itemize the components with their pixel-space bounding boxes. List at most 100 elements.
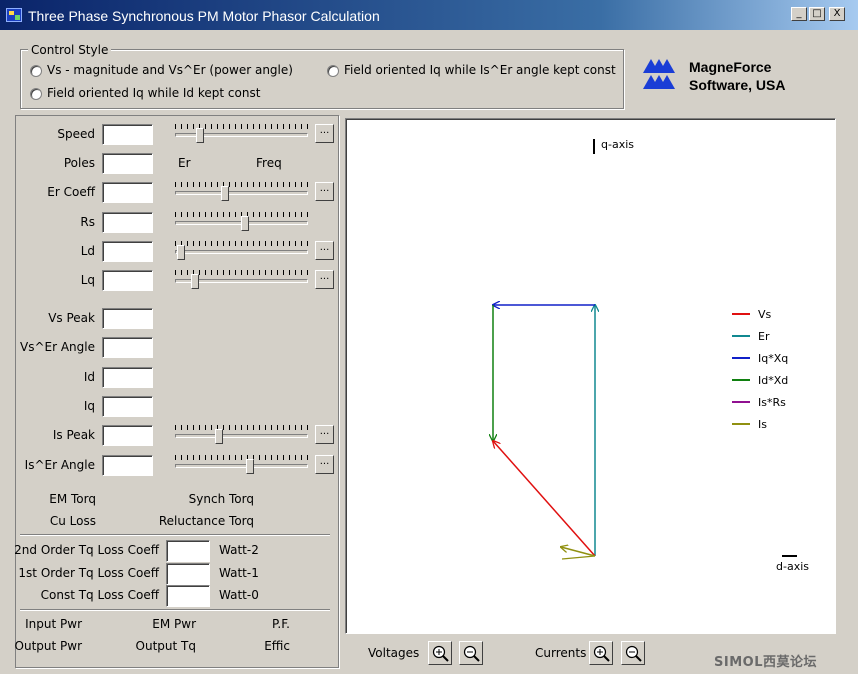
const-loss-field[interactable] xyxy=(166,585,210,607)
control-style-group xyxy=(20,49,624,109)
id-field xyxy=(102,367,153,388)
er-coeff-field[interactable] xyxy=(102,182,153,203)
maximize-button[interactable]: □ xyxy=(809,7,825,21)
cu-loss-label: Cu Loss xyxy=(49,514,96,528)
legend-label: Iq*Xq xyxy=(758,352,788,365)
is-peak-slider-thumb[interactable] xyxy=(215,429,223,444)
phasor-plot: q-axis d-axis Vs Er Iq*Xq Id*Xd Is*Rs Is xyxy=(345,118,836,634)
is-peak-field[interactable] xyxy=(102,425,153,446)
output-pwr-label: Output Pwr xyxy=(14,639,82,653)
separator xyxy=(20,609,330,611)
rs-field[interactable] xyxy=(102,212,153,233)
speed-more-button[interactable]: ... xyxy=(315,124,334,143)
vs-peak-field xyxy=(102,308,153,329)
er-coeff-more-button[interactable]: ... xyxy=(315,182,334,201)
lq-label: Lq xyxy=(80,273,95,287)
zoom-in-icon xyxy=(432,645,449,662)
q-axis-label: q-axis xyxy=(601,138,634,151)
first-order-loss-unit: Watt-1 xyxy=(219,566,259,580)
input-pwr-label: Input Pwr xyxy=(25,617,82,631)
radio-field-oriented-id[interactable] xyxy=(30,88,42,100)
title-bar: Three Phase Synchronous PM Motor Phasor … xyxy=(0,0,858,30)
radio-vs-power-angle-label: Vs - magnitude and Vs^Er (power angle) xyxy=(47,63,293,77)
first-order-loss-field[interactable] xyxy=(166,563,210,585)
ld-more-button[interactable]: ... xyxy=(315,241,334,260)
vs-er-angle-field xyxy=(102,337,153,358)
lq-more-button[interactable]: ... xyxy=(315,270,334,289)
er-label: Er xyxy=(178,156,191,170)
minimize-button[interactable]: _ xyxy=(791,7,807,21)
ld-slider-thumb[interactable] xyxy=(177,245,185,260)
close-button[interactable]: X xyxy=(829,7,845,21)
control-style-label: Control Style xyxy=(28,43,112,57)
legend-label: Er xyxy=(758,330,770,343)
brand-location: Software, USA xyxy=(689,77,786,93)
rs-slider[interactable] xyxy=(175,212,308,232)
output-tq-label: Output Tq xyxy=(135,639,196,653)
const-loss-label: Const Tq Loss Coeff xyxy=(40,588,159,602)
radio-vs-power-angle[interactable] xyxy=(30,65,42,77)
is-er-angle-slider[interactable] xyxy=(175,455,308,475)
lq-slider[interactable] xyxy=(175,270,308,290)
is-er-angle-label: Is^Er Angle xyxy=(24,458,95,472)
speed-slider[interactable] xyxy=(175,124,308,144)
legend-label: Is*Rs xyxy=(758,396,786,409)
vs-peak-label: Vs Peak xyxy=(48,311,95,325)
iq-label: Iq xyxy=(83,399,95,413)
er-coeff-slider-thumb[interactable] xyxy=(221,186,229,201)
synch-torq-label: Synch Torq xyxy=(188,492,254,506)
currents-zoom-out-button[interactable] xyxy=(621,641,645,665)
em-pwr-label: EM Pwr xyxy=(152,617,196,631)
radio-field-oriented-angle[interactable] xyxy=(327,65,339,77)
voltages-zoom-in-button[interactable] xyxy=(428,641,452,665)
radio-field-oriented-angle-label: Field oriented Iq while Is^Er angle kept… xyxy=(344,63,616,77)
poles-field[interactable] xyxy=(102,153,153,174)
phasor-diagram: q-axis d-axis Vs Er Iq*Xq Id*Xd Is*Rs Is xyxy=(346,138,809,573)
er-coeff-slider[interactable] xyxy=(175,182,308,202)
is-rs-phasor xyxy=(561,555,596,560)
voltages-zoom-out-button[interactable] xyxy=(459,641,483,665)
freq-label: Freq xyxy=(256,156,282,170)
vs-phasor xyxy=(493,441,596,557)
is-peak-slider[interactable] xyxy=(175,425,308,445)
rs-slider-thumb[interactable] xyxy=(241,216,249,231)
legend-label: Id*Xd xyxy=(758,374,788,387)
em-torq-label: EM Torq xyxy=(49,492,96,506)
speed-slider-thumb[interactable] xyxy=(196,128,204,143)
is-peak-more-button[interactable]: ... xyxy=(315,425,334,444)
reluctance-torq-label: Reluctance Torq xyxy=(158,514,254,528)
second-order-loss-label: 2nd Order Tq Loss Coeff xyxy=(14,543,159,557)
radio-field-oriented-id-label: Field oriented Iq while Id kept const xyxy=(47,86,261,100)
is-er-angle-more-button[interactable]: ... xyxy=(315,455,334,474)
er-coeff-label: Er Coeff xyxy=(47,185,95,199)
poles-label: Poles xyxy=(63,156,95,170)
lq-slider-thumb[interactable] xyxy=(191,274,199,289)
is-er-angle-field[interactable] xyxy=(102,455,153,476)
first-order-loss-label: 1st Order Tq Loss Coeff xyxy=(18,566,159,580)
vs-er-angle-label: Vs^Er Angle xyxy=(20,340,95,354)
second-order-loss-field[interactable] xyxy=(166,540,210,562)
window-title: Three Phase Synchronous PM Motor Phasor … xyxy=(28,8,380,24)
zoom-out-icon xyxy=(625,645,642,662)
zoom-in-icon xyxy=(593,645,610,662)
legend: Vs Er Iq*Xq Id*Xd Is*Rs Is xyxy=(732,308,788,431)
legend-label: Vs xyxy=(758,308,772,321)
second-order-loss-unit: Watt-2 xyxy=(219,543,259,557)
watermark: SIMOL西莫论坛 xyxy=(714,655,817,670)
app-icon xyxy=(6,8,22,22)
ld-field[interactable] xyxy=(102,241,153,262)
speed-field[interactable] xyxy=(102,124,153,145)
separator xyxy=(20,534,330,536)
d-axis-label: d-axis xyxy=(776,560,809,573)
is-phasor xyxy=(561,547,596,557)
const-loss-unit: Watt-0 xyxy=(219,588,259,602)
ld-label: Ld xyxy=(80,244,95,258)
ld-slider[interactable] xyxy=(175,241,308,261)
lq-field[interactable] xyxy=(102,270,153,291)
legend-label: Is xyxy=(758,418,767,431)
currents-label: Currents xyxy=(535,646,587,660)
currents-zoom-in-button[interactable] xyxy=(589,641,613,665)
brand-name: MagneForce xyxy=(689,59,772,75)
rs-label: Rs xyxy=(80,215,95,229)
is-er-angle-slider-thumb[interactable] xyxy=(246,459,254,474)
